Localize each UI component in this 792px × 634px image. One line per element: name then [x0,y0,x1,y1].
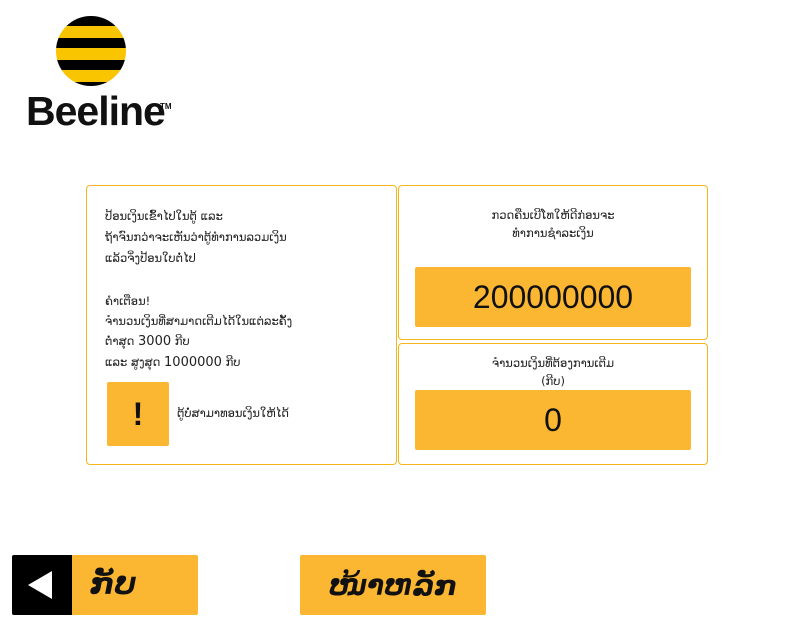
back-button[interactable]: ກັບ [12,555,198,615]
warning-min-value: 3000 [138,334,172,349]
no-change-notice-text: ຕູ້ບໍ່ສາມາທອນເງິນໃຫ້ໄດ້ [177,406,290,420]
left-triangle-icon [28,571,52,599]
warning-title: ຄຳເຕືອນ! [105,294,151,308]
logo-trademark: TM [160,102,172,111]
beeline-logo: Beeline TM [24,14,184,134]
back-button-label: ກັບ [90,567,137,602]
logo-text: Beeline [26,88,166,134]
warning-max-unit: ກີບ [225,355,241,369]
warning-max-line: ແລະ ສູງສຸດ 1000000 ກີບ [105,352,385,373]
amount-heading-line-2: (ກີບ) [541,374,565,388]
balance-panel: ກວດຄືນເບີໂທໃຫ້ດີກ່ອນຈະ ທຳການຊຳລະເງິນ 200… [398,185,708,340]
amount-value-display: 0 [415,390,691,450]
amount-heading-line-1: ຈຳນວນເງິນທີ່ຕ້ອງການເຕີມ [491,356,615,370]
balance-value-display: 200000000 [415,267,691,327]
amount-panel: ຈຳນວນເງິນທີ່ຕ້ອງການເຕີມ (ກີບ) 0 [398,343,708,465]
instructions-panel: ປ້ອນເງິນເຂົ້າໄປໃນຕູ້ ແລະ ຖ້າຈົນກວ່າຈະເຫັ… [86,185,397,465]
back-arrow-box [12,555,72,615]
warning-min-unit: ກີບ [174,334,190,348]
balance-heading: ກວດຄືນເບີໂທໃຫ້ດີກ່ອນຈະ ທຳການຊຳລະເງິນ [399,206,707,242]
beeline-ball-icon [56,16,126,86]
warning-line-1: ຈຳນວນເງິນທີ່ສາມາດເຕີມໄດ້ໃນແຕ່ລະຄັ້ງ [105,314,293,328]
warning-min-line: ຕ່ຳສຸດ 3000 ກີບ [105,331,385,352]
instructions-line-2: ຖ້າຈົນກວ່າຈະເຫັນວ່າຕູ້ທຳການລວມເງິນ [105,230,287,244]
instructions-line-3: ແລ້ວຈິ່ງປ້ອນໃບຕໍ່ໄປ [105,251,196,265]
no-change-notice-button[interactable]: ! [107,382,169,446]
home-button[interactable]: ໜ້າຫລັກ [300,555,486,615]
instructions-line-1: ປ້ອນເງິນເຂົ້າໄປໃນຕູ້ ແລະ [105,209,223,223]
amount-heading: ຈຳນວນເງິນທີ່ຕ້ອງການເຕີມ (ກີບ) [399,354,707,390]
balance-heading-line-1: ກວດຄືນເບີໂທໃຫ້ດີກ່ອນຈະ [491,208,615,222]
balance-heading-line-2: ທຳການຊຳລະເງິນ [512,226,594,240]
instructions-text: ປ້ອນເງິນເຂົ້າໄປໃນຕູ້ ແລະ ຖ້າຈົນກວ່າຈະເຫັ… [105,206,375,269]
warning-text: ຄຳເຕືອນ! ຈຳນວນເງິນທີ່ສາມາດເຕີມໄດ້ໃນແຕ່ລະ… [105,291,385,373]
warning-max-value: 1000000 [164,355,222,370]
warning-min-prefix: ຕ່ຳສຸດ [105,334,135,348]
warning-max-prefix: ແລະ ສູງສຸດ [105,355,161,369]
